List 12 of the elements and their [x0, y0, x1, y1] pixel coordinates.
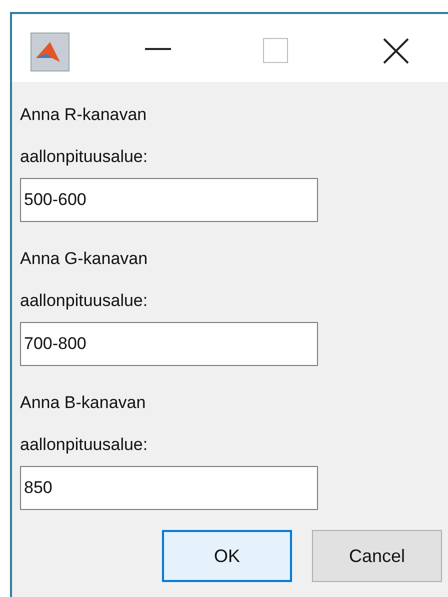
- field-label: Anna B-kanavan aallonpituusalue:: [20, 392, 149, 456]
- minimize-icon[interactable]: [145, 48, 171, 50]
- input-field[interactable]: 700-800: [20, 322, 318, 366]
- close-icon[interactable]: [383, 38, 409, 64]
- field-label: Anna R-kanavan aallonpituusalue:: [20, 104, 149, 168]
- dialog-button[interactable]: OK: [162, 530, 292, 582]
- input-field[interactable]: 850: [20, 466, 318, 510]
- maximize-icon[interactable]: [263, 38, 288, 63]
- app-icon: [30, 32, 70, 72]
- dialog-button[interactable]: Cancel: [312, 530, 442, 582]
- input-field[interactable]: 500-600: [20, 178, 318, 222]
- field-label: Anna G-kanavan aallonpituusalue:: [20, 248, 149, 312]
